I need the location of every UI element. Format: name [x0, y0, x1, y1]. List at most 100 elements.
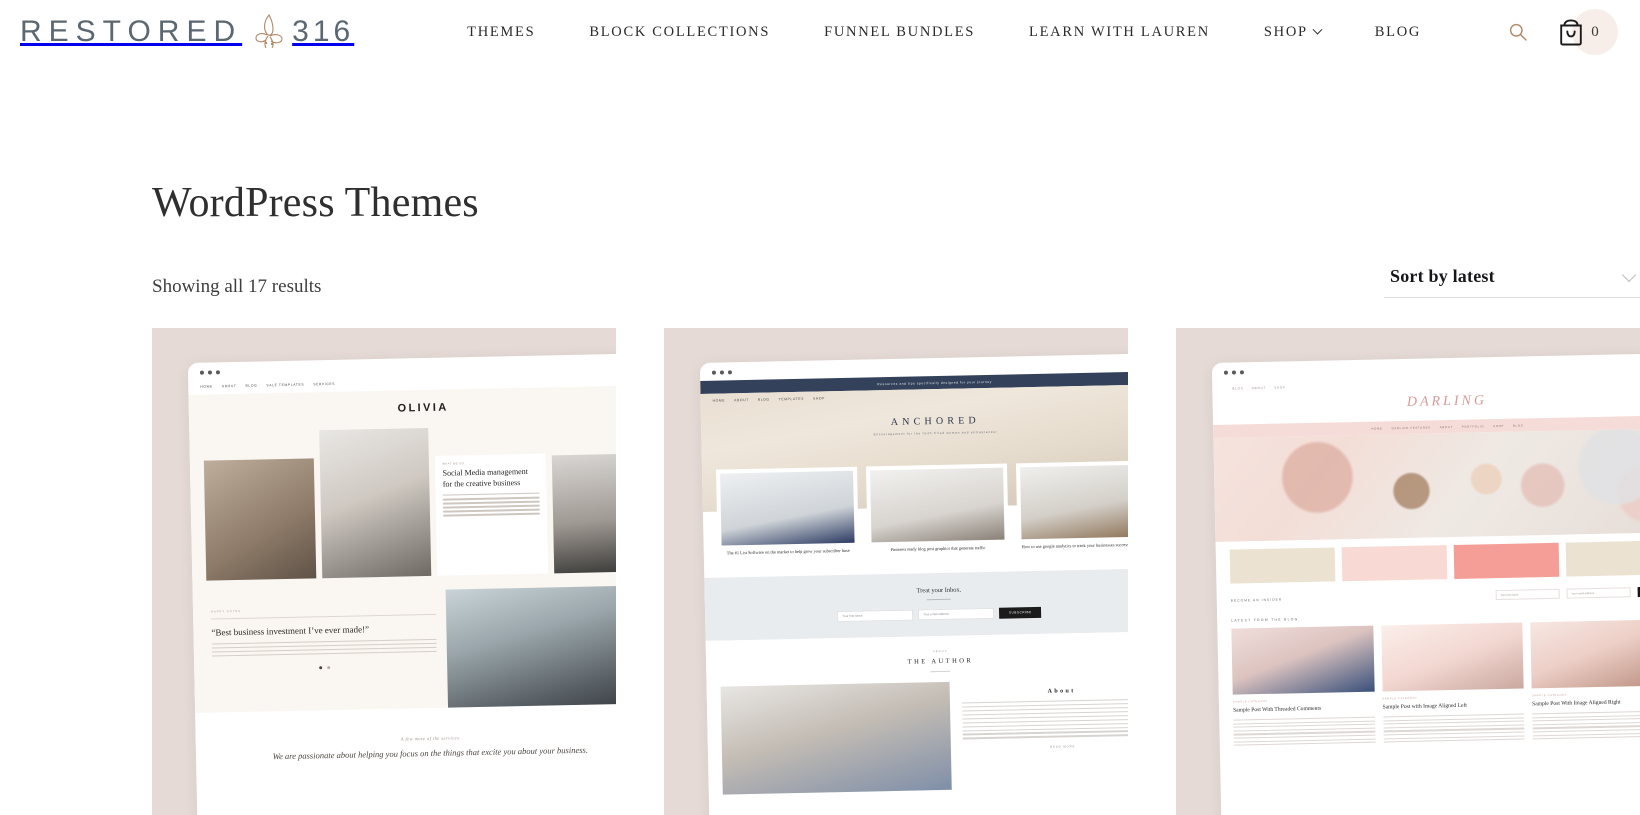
nav-item-learn-with-lauren[interactable]: LEARN WITH LAUREN: [1029, 24, 1210, 41]
nav-label: THEMES: [467, 23, 536, 40]
mock-subscribe-button: SUBSCRIBE: [999, 606, 1042, 619]
mock-button-label: SUBSCRIBE: [1008, 610, 1032, 615]
mock-post-card: SAMPLE CATEGORY Sample Post with Image A…: [1380, 622, 1525, 746]
mock-image: [869, 467, 1005, 543]
product-grid: HOME ABOUT BLOG SALE TEMPLATES SERVICES …: [152, 328, 1640, 815]
mock-nav-item: BLOG: [757, 397, 770, 402]
mock-paragraph: [442, 492, 540, 517]
site-logo[interactable]: RESTORED 316: [20, 12, 354, 52]
mock-nav-item: PORTFOLIO: [1461, 423, 1485, 429]
mock-email-field: Your email address: [918, 607, 995, 621]
page-title: WordPress Themes: [152, 180, 479, 226]
mock-insider-label: BECOME AN INSIDER: [1230, 597, 1282, 603]
mock-hero-image: [1213, 428, 1640, 542]
mock-post-title: Sample Post With Image Aligned Right: [1531, 699, 1621, 708]
mock-email-field: Your email address: [1565, 587, 1631, 599]
mock-script-text: A few more of the services: [400, 735, 460, 742]
mock-nav-item: HOME: [199, 384, 213, 389]
nav-item-themes[interactable]: THEMES: [467, 24, 535, 41]
mock-image: [1019, 464, 1128, 540]
mock-nav-item: ABOUT: [733, 397, 749, 403]
mock-footer-heading: We are passionate about helping you focu…: [272, 744, 588, 762]
mock-announcement-text: Resources and tips specifically designed…: [876, 379, 992, 386]
mock-nav-item: SERVICES: [312, 381, 335, 387]
mock-nav-item: SHOP: [1492, 423, 1504, 428]
mock-image: [445, 586, 616, 708]
mock-text-block: WHAT WE DO Social Media management for t…: [434, 453, 548, 576]
divider: [930, 670, 951, 672]
mock-image: [1530, 619, 1640, 689]
mock-footer: A few more of the services We are passio…: [195, 717, 616, 785]
results-toolbar: Showing all 17 results Sort by latest: [0, 266, 1640, 298]
mock-nav-item: SHOP: [1273, 385, 1286, 390]
mock-blog-posts: SAMPLE CATEGORY Sample Post With Threade…: [1217, 613, 1640, 749]
nav-item-funnel-bundles[interactable]: FUNNEL BUNDLES: [824, 24, 975, 41]
mock-testimonial: HAPPY NOTES “Best business investment I’…: [206, 571, 616, 712]
sort-selected-value: Sort by latest: [1390, 266, 1495, 286]
mock-nav-item: ABOUT: [221, 383, 237, 389]
mock-paragraph: [211, 638, 437, 657]
mock-nav-item: BLOG: [1512, 422, 1524, 428]
mock-field-placeholder: Your email address: [923, 611, 949, 617]
mock-author-section: ABOUT THE AUTHOR About READ MORE: [705, 630, 1128, 795]
nav-item-shop[interactable]: SHOP: [1264, 24, 1323, 41]
primary-navigation: THEMES BLOCK COLLECTIONS FUNNEL BUNDLES …: [414, 24, 1474, 41]
mock-post-category: SAMPLE CATEGORY: [1382, 696, 1418, 701]
sort-dropdown[interactable]: Sort by latest: [1384, 266, 1640, 298]
mock-field-placeholder: Your first name: [842, 613, 863, 619]
nav-label: BLOCK COLLECTIONS: [589, 23, 771, 40]
theme-preview-darling: BLOG ABOUT SHOP DARLING HOME DARLING FEA…: [1211, 353, 1640, 815]
butterfly-icon: [252, 12, 286, 52]
site-header: RESTORED 316 THEMES BLOCK COLLECTIONS FU…: [0, 0, 1640, 64]
logo-number: 316: [292, 15, 355, 48]
mock-nav-item: HOME: [1371, 425, 1383, 431]
mock-image: [318, 427, 432, 579]
chevron-down-icon: [1312, 24, 1323, 35]
mock-post-cards: The #1 List Software on the market to he…: [702, 460, 1128, 566]
mock-nav-item: HOME: [712, 398, 725, 403]
mock-nav-item: ABOUT: [1439, 424, 1453, 429]
mock-kicker: HAPPY NOTES: [210, 609, 241, 614]
logo-wordmark: RESTORED: [20, 15, 243, 48]
mock-image: [720, 681, 952, 795]
mock-post-title: Pinterest ready blog post graphics that …: [890, 545, 986, 553]
header-tools: 0: [1504, 9, 1618, 55]
mock-brand-darling: DARLING: [1406, 393, 1487, 410]
divider: [926, 598, 951, 600]
mock-heading: Social Media management for the creative…: [442, 466, 528, 489]
mock-nav-item: DARLING FEATURES: [1391, 424, 1431, 430]
product-card-darling[interactable]: BLOG ABOUT SHOP DARLING HOME DARLING FEA…: [1176, 328, 1640, 815]
mock-post-card: SAMPLE CATEGORY Sample Post With Threade…: [1231, 625, 1376, 749]
mock-signup-heading: Treat your Inbox.: [916, 586, 962, 595]
mock-nav-item: SHOP: [812, 396, 825, 401]
theme-preview-anchored: Resources and tips specifically designed…: [699, 353, 1128, 815]
mock-nav-item: SALE TEMPLATES: [266, 382, 304, 388]
search-icon[interactable]: [1504, 18, 1532, 46]
mock-post-title: The #1 List Software on the market to he…: [726, 547, 850, 556]
cart-button[interactable]: 0: [1558, 9, 1618, 55]
mock-paragraph: [1532, 710, 1640, 740]
mock-post-title: How to use google analytics to track you…: [1021, 541, 1128, 550]
mock-post-title: Sample Post With Threaded Comments: [1232, 705, 1321, 714]
nav-label: FUNNEL BUNDLES: [824, 23, 976, 40]
product-card-anchored[interactable]: Resources and tips specifically designed…: [664, 328, 1128, 815]
nav-item-block-collections[interactable]: BLOCK COLLECTIONS: [589, 24, 770, 41]
mock-image: [1231, 625, 1374, 695]
mock-first-name-field: Your first name: [1494, 588, 1560, 601]
shopping-bag-icon: [1558, 18, 1584, 46]
nav-item-blog[interactable]: BLOG: [1375, 24, 1421, 41]
mock-nav-item: BLOG: [1232, 386, 1244, 391]
product-card-olivia[interactable]: HOME ABOUT BLOG SALE TEMPLATES SERVICES …: [152, 328, 616, 815]
mock-field-placeholder: Your first name: [1500, 593, 1519, 597]
mock-carousel-dots: [212, 664, 437, 672]
mock-paragraph: [1382, 713, 1525, 743]
results-count: Showing all 17 results: [152, 276, 322, 297]
mock-nav-item: ABOUT: [1251, 385, 1266, 391]
mock-first-name-field: Your first name: [837, 609, 914, 622]
mock-nav-item: BLOG: [245, 383, 258, 388]
mock-about-heading: About: [1047, 687, 1076, 695]
nav-label: LEARN WITH LAUREN: [1029, 23, 1210, 40]
mock-field-placeholder: Your email address: [1571, 591, 1594, 595]
chevron-down-icon: [1621, 267, 1637, 282]
mock-image: [551, 453, 616, 574]
